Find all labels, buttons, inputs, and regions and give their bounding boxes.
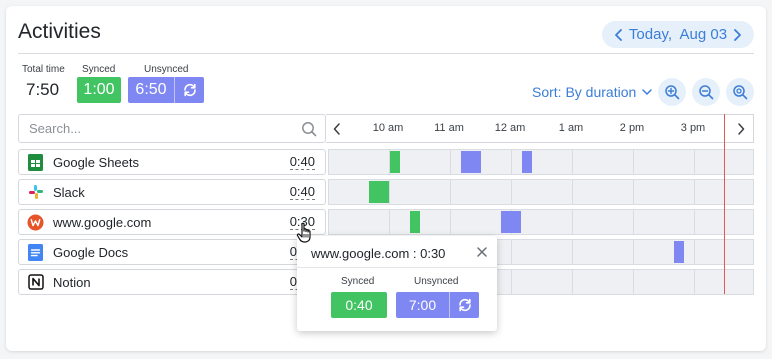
activity-row-slack[interactable]: Slack 0:40 [18,179,326,205]
timeline-prev-button[interactable] [326,115,348,142]
sync-button[interactable] [174,77,204,103]
popover-unsynced-label: Unsynced [414,276,459,287]
date-label[interactable]: Today, Aug 03 [629,26,727,43]
hour-label: 10 am [372,122,404,134]
hour-label: 11 am [434,122,464,134]
synced-label: Synced [82,64,116,75]
total-time-value: 7:50 [26,80,60,99]
timeline-track [328,179,754,205]
activity-row-notion[interactable]: Notion 0:30 [18,269,326,295]
list-item: www.google.com 0:30 [18,209,754,235]
activity-row-google-sheets[interactable]: Google Sheets 0:40 [18,149,326,175]
list-item: Google Sheets 0:40 [18,149,754,175]
zoom-in-icon [665,85,680,100]
activity-duration[interactable]: 0:40 [289,154,315,170]
chevron-left-icon[interactable] [612,28,626,42]
unsynced-activity-bar[interactable] [674,241,684,263]
popover-title: www.google.com : 0:30 [311,246,446,261]
activity-name: Google Docs [53,244,129,260]
zoom-in-button[interactable] [658,78,686,106]
search-input[interactable] [29,121,301,136]
hour-label: 12 am [494,122,526,134]
unsynced-value: 6:50 [135,81,167,98]
chevron-right-icon[interactable] [730,28,744,42]
synced-value: 1:00 [77,77,121,103]
synced-activity-bar[interactable] [369,181,389,203]
date-navigator: Today, Aug 03 [602,21,754,48]
popover-divider [297,267,497,268]
header-divider [18,53,754,54]
sync-icon [458,298,471,312]
popover-synced-label: Synced [341,276,375,287]
activity-row-google-docs[interactable]: Google Docs 0:30 [18,239,326,265]
website-w-icon [27,214,44,231]
hour-label: 3 pm [680,122,706,134]
sort-dropdown[interactable]: Sort: By duration [532,84,653,100]
activity-details-popover: www.google.com : 0:30 Synced Unsynced 0:… [297,236,497,331]
activity-name: Google Sheets [53,154,140,170]
activity-row-google-com[interactable]: www.google.com 0:30 [18,209,326,235]
total-time-label: Total time [22,64,65,75]
hour-label: 1 am [558,122,584,134]
hand-cursor-icon [296,222,314,244]
popover-synced-value: 0:40 [331,292,387,318]
popover-sync-button[interactable] [449,292,479,318]
unsynced-label: Unsynced [144,64,189,75]
sync-icon [183,83,196,97]
search-icon [302,121,317,136]
notion-icon [27,274,44,291]
activity-name: Notion [53,274,91,290]
sort-label: Sort: By duration [532,84,637,100]
popover-unsynced-box: 7:00 [396,292,479,318]
zoom-out-icon [699,85,714,100]
chevron-down-icon [642,89,653,95]
activity-name: www.google.com [53,214,152,230]
timeline-header: 10 am 11 am 12 am 1 am 2 pm 3 pm [326,114,754,143]
chevron-left-icon [333,122,340,135]
synced-activity-bar[interactable] [390,151,400,173]
close-icon[interactable] [476,245,490,259]
slack-icon [27,184,44,201]
unsynced-box: 6:50 [128,77,204,103]
zoom-fit-button[interactable] [726,78,754,106]
google-sheets-icon [27,153,44,171]
zoom-out-button[interactable] [692,78,720,106]
popover-unsynced-value: 7:00 [408,297,437,313]
search-box [18,114,326,143]
activity-name: Slack [53,184,85,200]
activity-duration[interactable]: 0:40 [289,184,315,200]
unsynced-activity-bar[interactable] [522,151,532,173]
timeline-track [328,209,754,235]
zoom-fit-icon [733,85,748,100]
google-docs-icon [27,243,44,261]
synced-activity-bar[interactable] [410,211,420,233]
chevron-right-icon [738,122,745,135]
list-item: Slack 0:40 [18,179,754,205]
unsynced-activity-bar[interactable] [461,151,481,173]
unsynced-activity-bar[interactable] [501,211,521,233]
current-time-line [724,114,725,294]
timeline-next-button[interactable] [730,115,752,142]
page-title: Activities [18,20,101,43]
timeline-track [328,149,754,175]
hour-label: 2 pm [619,122,645,134]
